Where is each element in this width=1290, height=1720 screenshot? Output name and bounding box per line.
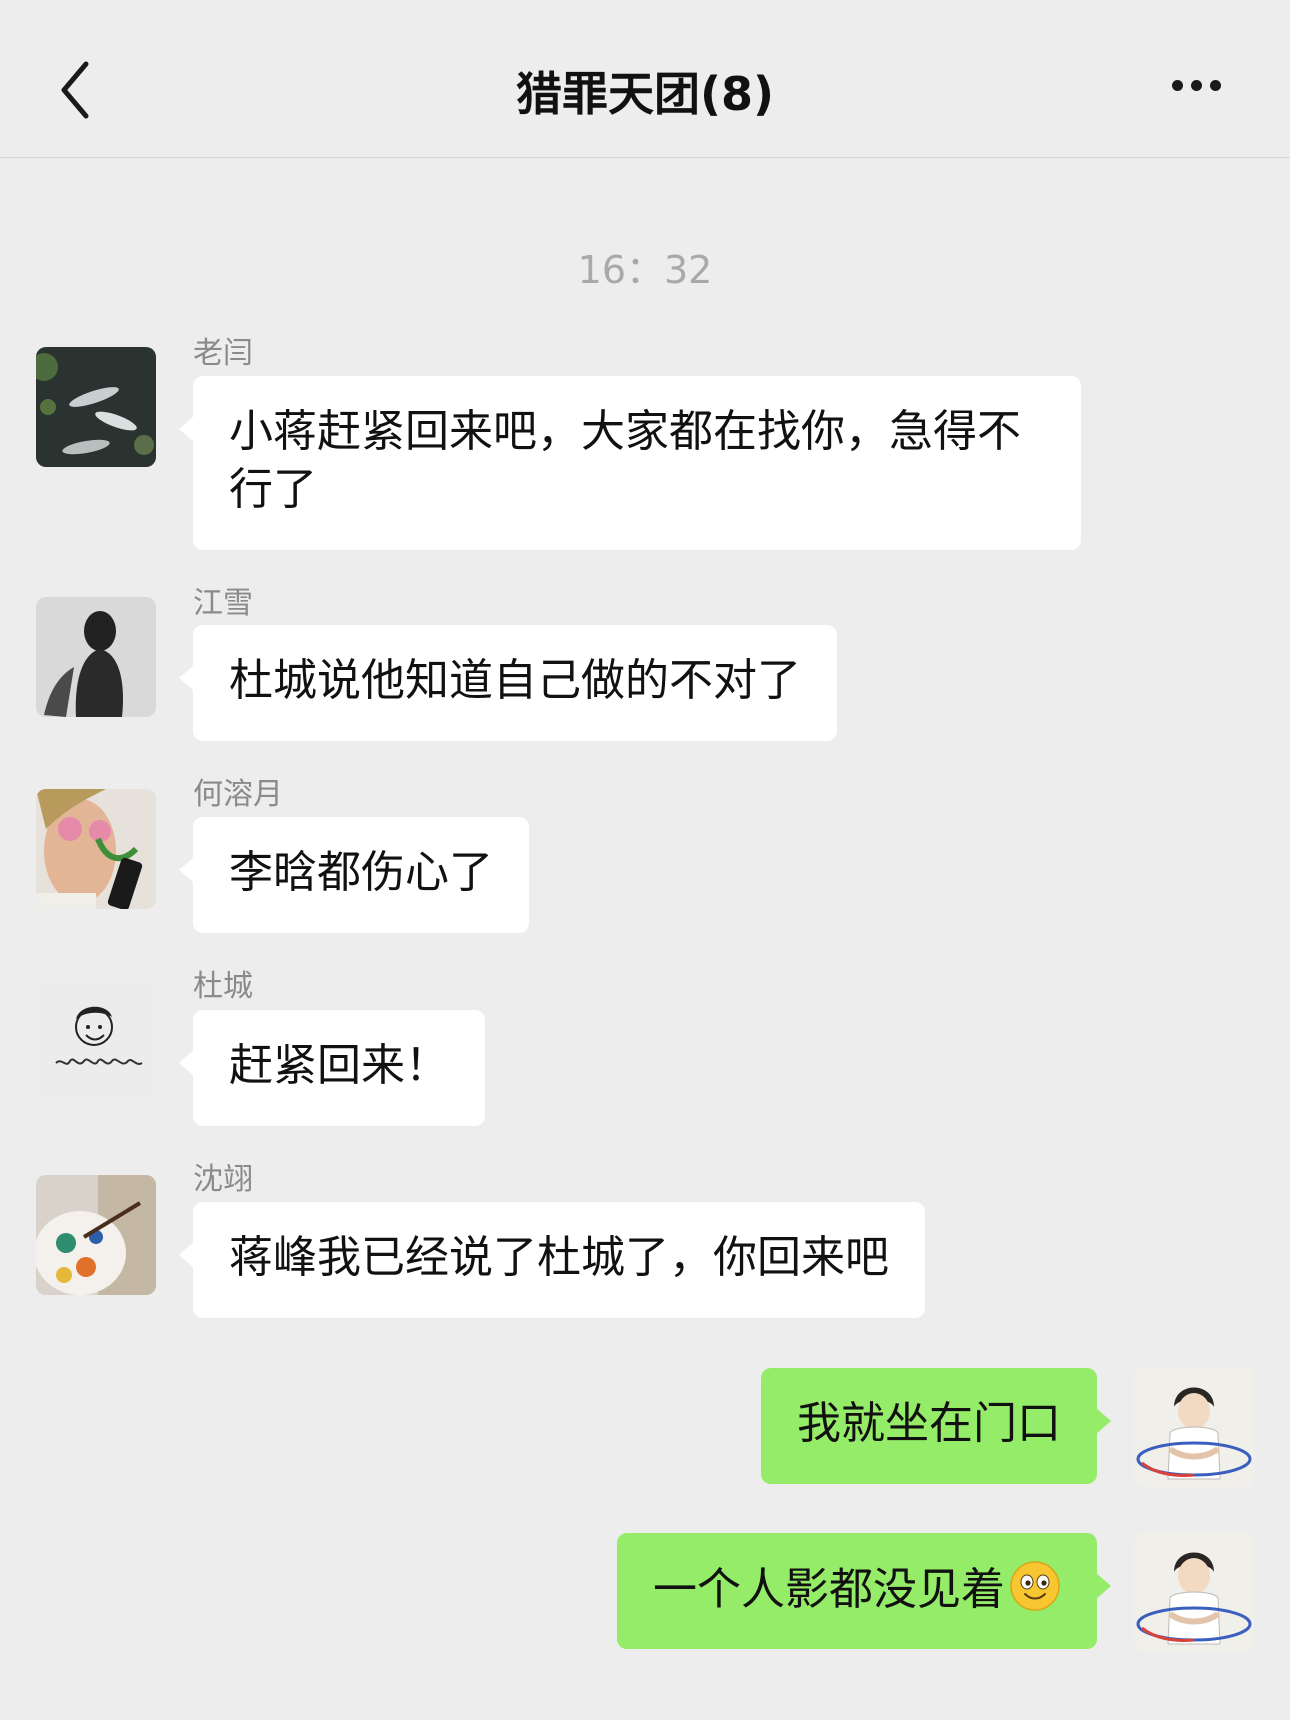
- avatar-self[interactable]: [1134, 1367, 1254, 1487]
- more-icon: [1172, 80, 1229, 99]
- message-bubble[interactable]: 李晗都伤心了: [179, 817, 529, 933]
- avatar-jiangxue[interactable]: [36, 597, 156, 717]
- message-bubble[interactable]: 杜城说他知道自己做的不对了: [179, 625, 837, 741]
- more-options-button[interactable]: [1172, 80, 1232, 104]
- message-bubble[interactable]: 赶紧回来！: [179, 1010, 485, 1126]
- message-bubble[interactable]: 蒋峰我已经说了杜城了，你回来吧: [179, 1202, 925, 1318]
- chat-header: 猎罪天团(8): [0, 0, 1290, 158]
- sender-name: 何溶月: [193, 777, 283, 812]
- avatar-laoyan[interactable]: [36, 347, 156, 467]
- message-timestamp: 16：32: [577, 248, 713, 292]
- sender-name: 老闫: [193, 336, 253, 371]
- avatar-self[interactable]: [1134, 1532, 1254, 1652]
- message-bubble[interactable]: 小蒋赶紧回来吧，大家都在找你，急得不行了: [179, 376, 1081, 550]
- message-bubble[interactable]: 我就坐在门口: [761, 1368, 1111, 1484]
- chat-title: 猎罪天团(8): [515, 67, 775, 121]
- sender-name: 江雪: [193, 586, 253, 621]
- avatar-herongyue[interactable]: [36, 789, 156, 909]
- message-bubble[interactable]: 一个人影都没见着: [617, 1533, 1111, 1649]
- avatar-shenyi[interactable]: [36, 1175, 156, 1295]
- sender-name: 沈翊: [193, 1162, 253, 1197]
- smiling-face-icon: [1010, 1561, 1060, 1611]
- avatar-ducheng[interactable]: [36, 981, 156, 1101]
- sender-name: 杜城: [193, 969, 253, 1004]
- message-text: 一个人影都没见着: [653, 1564, 1005, 1615]
